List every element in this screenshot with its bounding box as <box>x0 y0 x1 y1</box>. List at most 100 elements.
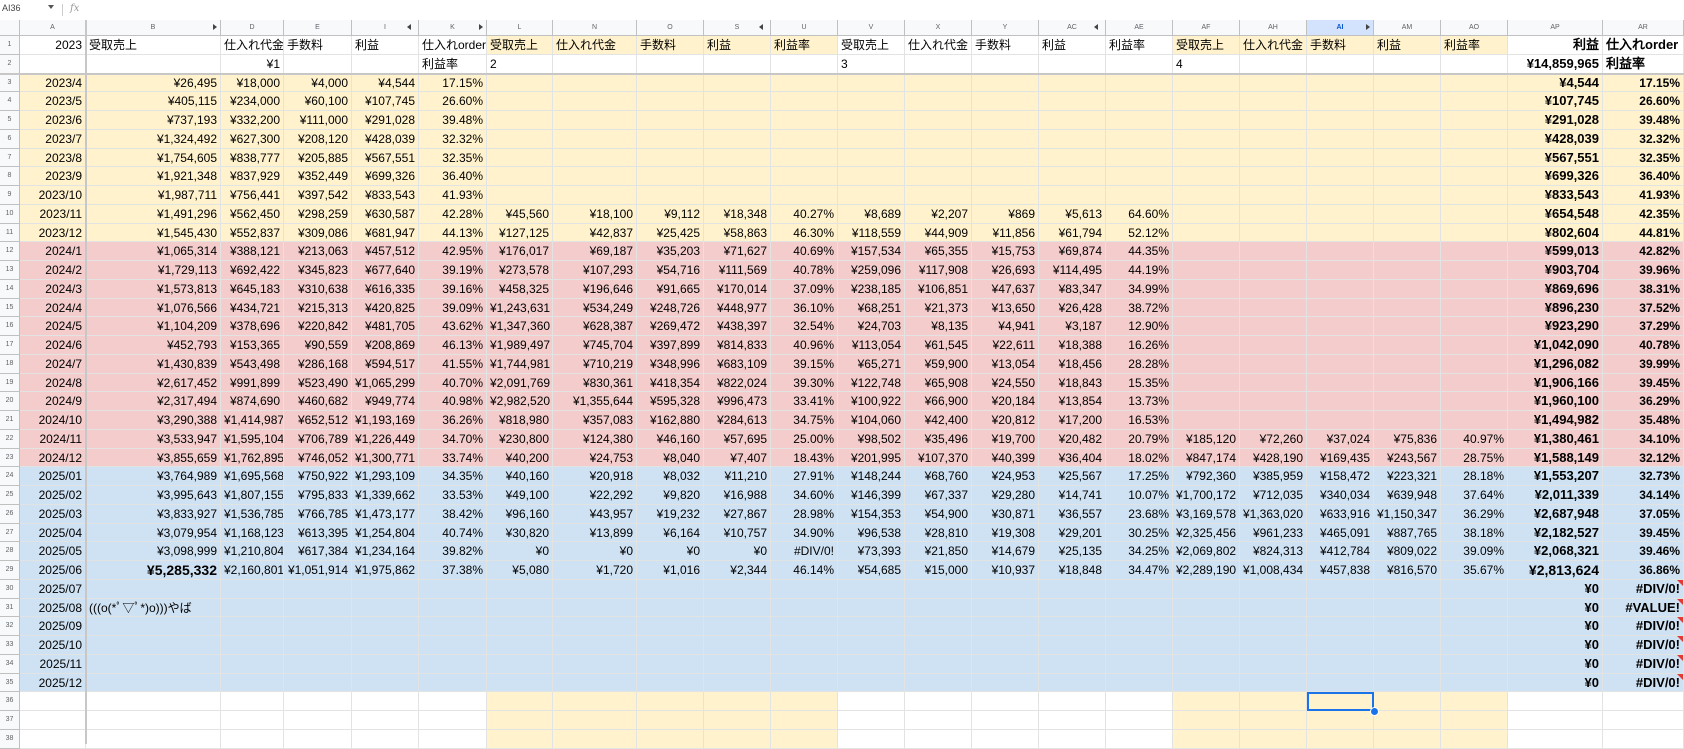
cell-ac1[interactable]: 利益 <box>1039 36 1106 55</box>
cell-u35[interactable] <box>771 673 838 693</box>
cell-b18[interactable]: ¥1,430,839 <box>86 354 221 374</box>
cell-d9[interactable]: ¥756,441 <box>221 186 284 205</box>
cell-ap3[interactable]: ¥4,544 <box>1508 73 1603 93</box>
cell-af38[interactable] <box>1173 729 1240 749</box>
cell-am24[interactable]: ¥223,321 <box>1374 467 1441 486</box>
cell-x26[interactable]: ¥54,900 <box>905 504 972 524</box>
cell-ap1[interactable]: 利益 <box>1508 36 1603 55</box>
frozen-column-divider[interactable] <box>85 20 87 744</box>
cell-o12[interactable]: ¥35,203 <box>637 242 704 261</box>
cell-ai28[interactable]: ¥412,784 <box>1307 542 1374 561</box>
cell-ao4[interactable] <box>1441 92 1508 111</box>
cell-i19[interactable]: ¥1,065,299 <box>352 373 419 393</box>
cell-v6[interactable] <box>838 129 905 149</box>
cell-ao34[interactable] <box>1441 654 1508 674</box>
cell-k33[interactable] <box>419 636 487 655</box>
cell-ac21[interactable]: ¥17,200 <box>1039 411 1106 430</box>
cell-u26[interactable]: 28.98% <box>771 504 838 524</box>
cell-ap4[interactable]: ¥107,745 <box>1508 92 1603 111</box>
cell-a32[interactable]: 2025/09 <box>20 617 86 636</box>
cell-ac20[interactable]: ¥13,854 <box>1039 392 1106 411</box>
cell-u34[interactable] <box>771 654 838 674</box>
cell-u33[interactable] <box>771 636 838 655</box>
cell-b30[interactable] <box>86 579 221 599</box>
cell-n33[interactable] <box>553 636 637 655</box>
cell-l27[interactable]: ¥30,820 <box>487 523 553 543</box>
column-header-n[interactable]: N <box>553 20 637 36</box>
cell-af29[interactable]: ¥2,289,190 <box>1173 561 1240 580</box>
cell-ap34[interactable]: ¥0 <box>1508 654 1603 674</box>
cell-n27[interactable]: ¥13,899 <box>553 523 637 543</box>
cell-y32[interactable] <box>972 617 1039 636</box>
cell-l31[interactable] <box>487 598 553 618</box>
cell-ae16[interactable]: 12.90% <box>1106 317 1173 336</box>
cell-y8[interactable] <box>972 167 1039 186</box>
cell-ai1[interactable]: 手数料 <box>1307 36 1374 55</box>
cell-ai29[interactable]: ¥457,838 <box>1307 561 1374 580</box>
cell-i29[interactable]: ¥1,975,862 <box>352 561 419 580</box>
cell-y3[interactable] <box>972 73 1039 93</box>
cell-y24[interactable]: ¥24,953 <box>972 467 1039 486</box>
cell-a30[interactable]: 2025/07 <box>20 579 86 599</box>
column-header-e[interactable]: E <box>284 20 352 36</box>
cell-y31[interactable] <box>972 598 1039 618</box>
cell-ai15[interactable] <box>1307 298 1374 318</box>
row-header-13[interactable]: 13 <box>0 261 20 280</box>
cell-ao16[interactable] <box>1441 317 1508 336</box>
cell-v8[interactable] <box>838 167 905 186</box>
cell-ai38[interactable] <box>1307 729 1374 749</box>
cell-ar19[interactable]: 39.45% <box>1603 373 1684 393</box>
cell-e29[interactable]: ¥1,051,914 <box>284 561 352 580</box>
cell-a4[interactable]: 2023/5 <box>20 92 86 111</box>
row-header-22[interactable]: 22 <box>0 429 20 449</box>
row-header-37[interactable]: 37 <box>0 711 20 730</box>
cell-s15[interactable]: ¥448,977 <box>704 298 771 318</box>
cell-ae25[interactable]: 10.07% <box>1106 486 1173 505</box>
cell-k15[interactable]: 39.09% <box>419 298 487 318</box>
cell-n5[interactable] <box>553 111 637 130</box>
cell-ar20[interactable]: 36.29% <box>1603 392 1684 411</box>
cell-x23[interactable]: ¥107,370 <box>905 448 972 468</box>
cell-a31[interactable]: 2025/08 <box>20 598 86 618</box>
cell-l23[interactable]: ¥40,200 <box>487 448 553 468</box>
cell-b28[interactable]: ¥3,098,999 <box>86 542 221 561</box>
cell-o37[interactable] <box>637 711 704 730</box>
cell-ac35[interactable] <box>1039 673 1106 693</box>
cell-ar11[interactable]: 44.81% <box>1603 223 1684 243</box>
cell-l8[interactable] <box>487 167 553 186</box>
cell-e16[interactable]: ¥220,842 <box>284 317 352 336</box>
cell-am2[interactable] <box>1374 54 1441 74</box>
cell-o15[interactable]: ¥248,726 <box>637 298 704 318</box>
cell-ac31[interactable] <box>1039 598 1106 618</box>
cell-u17[interactable]: 40.96% <box>771 336 838 355</box>
cell-v27[interactable]: ¥96,538 <box>838 523 905 543</box>
cell-af19[interactable] <box>1173 373 1240 393</box>
cell-e35[interactable] <box>284 673 352 693</box>
cell-ah31[interactable] <box>1240 598 1307 618</box>
cell-af13[interactable] <box>1173 261 1240 280</box>
cell-o32[interactable] <box>637 617 704 636</box>
cell-ah36[interactable] <box>1240 692 1307 711</box>
cell-n16[interactable]: ¥628,387 <box>553 317 637 336</box>
cell-am20[interactable] <box>1374 392 1441 411</box>
cell-e26[interactable]: ¥766,785 <box>284 504 352 524</box>
cell-ac32[interactable] <box>1039 617 1106 636</box>
cell-ai10[interactable] <box>1307 204 1374 224</box>
cell-am10[interactable] <box>1374 204 1441 224</box>
cell-ah37[interactable] <box>1240 711 1307 730</box>
cell-k25[interactable]: 33.53% <box>419 486 487 505</box>
cell-ar14[interactable]: 38.31% <box>1603 279 1684 299</box>
cell-ae14[interactable]: 34.99% <box>1106 279 1173 299</box>
cell-o18[interactable]: ¥348,996 <box>637 354 704 374</box>
cell-ac26[interactable]: ¥36,557 <box>1039 504 1106 524</box>
cell-ah38[interactable] <box>1240 729 1307 749</box>
cell-ae31[interactable] <box>1106 598 1173 618</box>
cell-i37[interactable] <box>352 711 419 730</box>
cell-i38[interactable] <box>352 729 419 749</box>
column-header-o[interactable]: O <box>637 20 704 36</box>
cell-a10[interactable]: 2023/11 <box>20 204 86 224</box>
cell-ar29[interactable]: 36.86% <box>1603 561 1684 580</box>
cell-i22[interactable]: ¥1,226,449 <box>352 429 419 449</box>
column-header-ar[interactable]: AR <box>1603 20 1684 36</box>
cell-ae8[interactable] <box>1106 167 1173 186</box>
